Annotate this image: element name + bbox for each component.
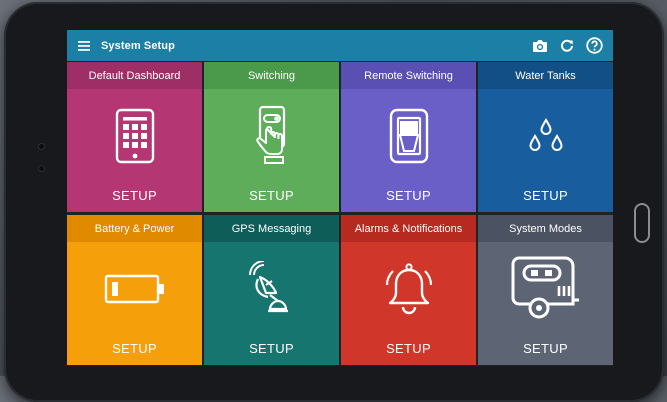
camera-dot <box>39 144 44 149</box>
setup-button[interactable]: SETUP <box>341 188 476 203</box>
tile-system-modes[interactable]: System Modes SETUP <box>478 215 613 365</box>
bell-icon <box>341 255 476 323</box>
help-icon[interactable] <box>585 37 603 55</box>
tile-header: System Modes <box>478 215 613 242</box>
setup-button[interactable]: SETUP <box>341 341 476 356</box>
tile-header: Alarms & Notifications <box>341 215 476 242</box>
hand-phone-switch-icon <box>204 102 339 170</box>
tile-header: Default Dashboard <box>67 62 202 89</box>
tile-switching[interactable]: Switching SETUP <box>204 62 339 212</box>
setup-button[interactable]: SETUP <box>204 341 339 356</box>
tile-default-dashboard[interactable]: Default Dashboard SETUP <box>67 62 202 212</box>
app-screen: System Setup Default Dashboard SETUP Swi… <box>67 30 613 366</box>
hamburger-menu-icon[interactable] <box>67 30 101 61</box>
tile-alarms-notifications[interactable]: Alarms & Notifications SETUP <box>341 215 476 365</box>
app-bar: System Setup <box>67 30 613 61</box>
tile-header: GPS Messaging <box>204 215 339 242</box>
tablet-dashboard-icon <box>67 102 202 170</box>
tile-header: Switching <box>204 62 339 89</box>
camera-icon[interactable] <box>531 37 549 55</box>
setup-button[interactable]: SETUP <box>478 341 613 356</box>
setup-tiles-grid: Default Dashboard SETUP Switching SETUP … <box>67 62 613 366</box>
page-title: System Setup <box>101 39 175 52</box>
refresh-icon[interactable] <box>558 37 576 55</box>
tile-header: Battery & Power <box>67 215 202 242</box>
app-bar-actions <box>531 37 613 55</box>
tile-battery-power[interactable]: Battery & Power SETUP <box>67 215 202 365</box>
setup-button[interactable]: SETUP <box>204 188 339 203</box>
setup-button[interactable]: SETUP <box>67 188 202 203</box>
tile-header: Water Tanks <box>478 62 613 89</box>
setup-button[interactable]: SETUP <box>478 188 613 203</box>
rocker-switch-icon <box>341 102 476 170</box>
home-button[interactable] <box>634 203 650 243</box>
tile-remote-switching[interactable]: Remote Switching SETUP <box>341 62 476 212</box>
tile-water-tanks[interactable]: Water Tanks SETUP <box>478 62 613 212</box>
satellite-dish-icon <box>204 255 339 323</box>
tile-header: Remote Switching <box>341 62 476 89</box>
setup-button[interactable]: SETUP <box>67 341 202 356</box>
tile-gps-messaging[interactable]: GPS Messaging SETUP <box>204 215 339 365</box>
caravan-icon <box>478 255 613 323</box>
battery-icon <box>67 255 202 323</box>
sensor-dot <box>39 166 44 171</box>
water-drops-icon <box>478 102 613 170</box>
